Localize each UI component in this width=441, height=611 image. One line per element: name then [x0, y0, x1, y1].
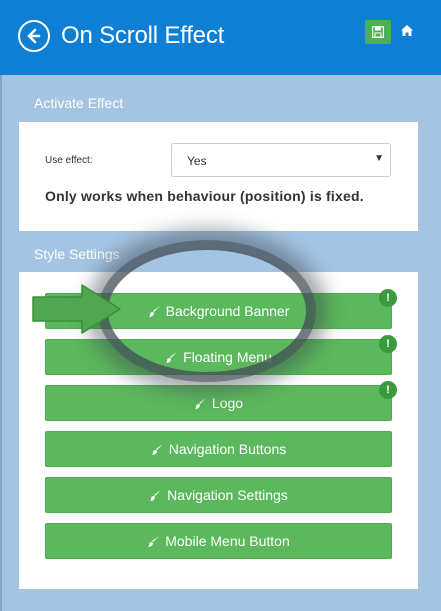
warning-badge: ! [379, 381, 397, 399]
warning-badge: ! [379, 289, 397, 307]
button-label: Background Banner [165, 303, 290, 319]
activate-effect-heading: Activate Effect [34, 95, 124, 111]
style-settings-heading: Style Settings [34, 246, 120, 262]
activate-effect-card: Use effect: Yes ▼ Only works when behavi… [19, 122, 418, 231]
paint-brush-icon [166, 351, 178, 363]
logo-button[interactable]: Logo [45, 385, 392, 421]
back-arrow-icon [27, 28, 41, 44]
button-label: Navigation Buttons [168, 441, 287, 457]
floppy-disk-icon [372, 26, 384, 38]
back-button[interactable] [18, 20, 50, 52]
save-button[interactable] [365, 20, 391, 44]
home-icon [401, 25, 413, 36]
floating-menu-button[interactable]: Floating Menu [45, 339, 392, 375]
home-button[interactable] [400, 24, 414, 42]
paint-brush-icon [151, 443, 163, 455]
green-pointer-arrow-icon [32, 284, 121, 334]
use-effect-select[interactable]: Yes ▼ [171, 143, 391, 177]
button-label: Navigation Settings [167, 487, 288, 503]
exclamation-icon: ! [386, 384, 390, 396]
app-header: On Scroll Effect [0, 0, 441, 75]
navigation-settings-button[interactable]: Navigation Settings [45, 477, 392, 513]
behaviour-note: Only works when behaviour (position) is … [45, 188, 364, 204]
button-label: Logo [211, 395, 244, 411]
paint-brush-icon [148, 305, 160, 317]
button-label: Floating Menu [183, 349, 272, 365]
chevron-down-icon: ▼ [374, 153, 384, 164]
paint-brush-icon [148, 535, 160, 547]
navigation-buttons-button[interactable]: Navigation Buttons [45, 431, 392, 467]
paint-brush-icon [194, 397, 206, 409]
paint-brush-icon [150, 489, 162, 501]
page-edge [0, 75, 2, 611]
exclamation-icon: ! [386, 292, 390, 304]
button-label: Mobile Menu Button [165, 533, 290, 549]
page-title: On Scroll Effect [61, 22, 225, 49]
warning-badge: ! [379, 335, 397, 353]
exclamation-icon: ! [386, 338, 390, 350]
use-effect-label: Use effect: [45, 155, 93, 166]
mobile-menu-button-button[interactable]: Mobile Menu Button [45, 523, 392, 559]
use-effect-value: Yes [187, 154, 207, 168]
